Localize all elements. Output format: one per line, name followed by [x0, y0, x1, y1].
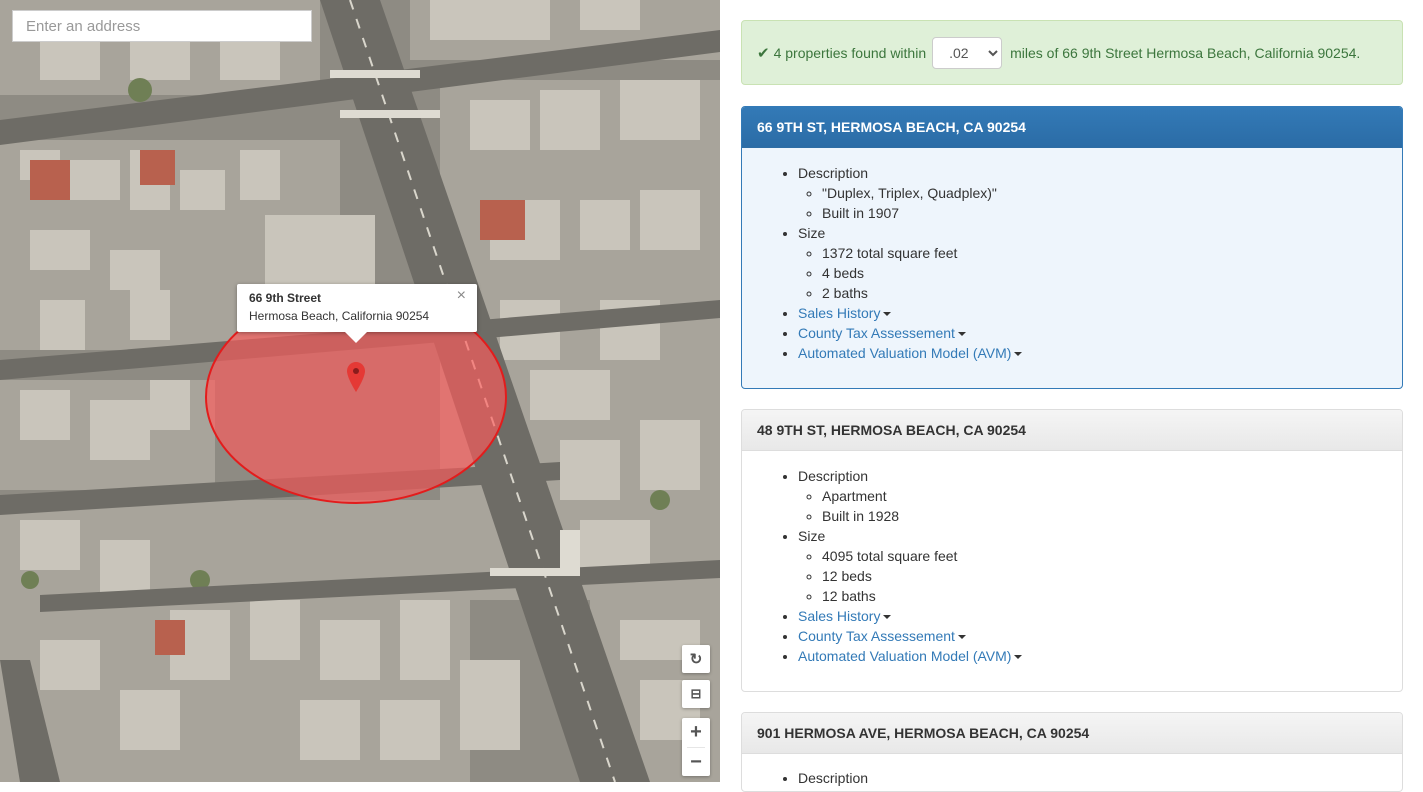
property-card[interactable]: 901 HERMOSA AVE, HERMOSA BEACH, CA 90254…	[741, 712, 1403, 792]
info-window-tail	[345, 332, 367, 343]
caret-down-icon	[1014, 352, 1023, 357]
results-location-text: miles of 66 9th Street Hermosa Beach, Ca…	[1010, 44, 1361, 61]
zoom-out-icon[interactable]: −	[682, 748, 710, 777]
property-card[interactable]: 66 9TH ST, HERMOSA BEACH, CA 90254 Descr…	[741, 106, 1403, 389]
close-icon[interactable]: ×	[457, 288, 466, 304]
avm-item: Automated Valuation Model (AVM)	[798, 646, 1387, 666]
property-title: 66 9TH ST, HERMOSA BEACH, CA 90254	[742, 107, 1402, 148]
map-info-window: 66 9th Street Hermosa Beach, California …	[237, 284, 477, 343]
zoom-controls: + −	[682, 718, 710, 776]
description-type: "Duplex, Triplex, Quadplex)"	[822, 183, 1387, 203]
description-item: Description	[798, 768, 1387, 788]
property-details: Description Apartment Built in 1928 Size…	[742, 451, 1402, 666]
tax-assessment-link[interactable]: County Tax Assessement	[798, 325, 966, 341]
size-item: Size 1372 total square feet 4 beds 2 bat…	[798, 223, 1387, 303]
tax-assessment-link[interactable]: County Tax Assessement	[798, 628, 966, 644]
caret-down-icon	[957, 332, 966, 337]
size-sqft: 1372 total square feet	[822, 243, 1387, 263]
property-details: Description	[742, 754, 1402, 788]
description-built: Built in 1907	[822, 203, 1387, 223]
avm-link[interactable]: Automated Valuation Model (AVM)	[798, 648, 1023, 664]
size-baths: 2 baths	[822, 283, 1387, 303]
zoom-in-icon[interactable]: +	[682, 718, 710, 747]
results-summary-alert: ✔ 4 properties found within .02 miles of…	[741, 20, 1403, 85]
tax-assessment-item: County Tax Assessement	[798, 626, 1387, 646]
size-baths: 12 baths	[822, 586, 1387, 606]
sales-history-item: Sales History	[798, 606, 1387, 626]
sales-history-link[interactable]: Sales History	[798, 305, 892, 321]
radius-select[interactable]: .02	[932, 36, 1003, 69]
info-window-street: 66 9th Street	[249, 291, 322, 305]
sales-history-item: Sales History	[798, 303, 1387, 323]
description-item: Description Apartment Built in 1928	[798, 466, 1387, 526]
results-count-text: 4 properties found within	[773, 44, 927, 61]
rotate-icon[interactable]: ↻	[682, 645, 710, 673]
caret-down-icon	[1014, 655, 1023, 660]
size-sqft: 4095 total square feet	[822, 546, 1387, 566]
description-item: Description "Duplex, Triplex, Quadplex)"…	[798, 163, 1387, 223]
avm-link[interactable]: Automated Valuation Model (AVM)	[798, 345, 1023, 361]
description-built: Built in 1928	[822, 506, 1387, 526]
size-beds: 4 beds	[822, 263, 1387, 283]
tax-assessment-item: County Tax Assessement	[798, 323, 1387, 343]
sales-history-link[interactable]: Sales History	[798, 608, 892, 624]
caret-down-icon	[883, 615, 892, 620]
property-card[interactable]: 48 9TH ST, HERMOSA BEACH, CA 90254 Descr…	[741, 409, 1403, 692]
size-beds: 12 beds	[822, 566, 1387, 586]
property-title: 48 9TH ST, HERMOSA BEACH, CA 90254	[742, 410, 1402, 451]
address-search-input[interactable]	[12, 10, 312, 42]
size-item: Size 4095 total square feet 12 beds 12 b…	[798, 526, 1387, 606]
caret-down-icon	[883, 312, 892, 317]
property-details: Description "Duplex, Triplex, Quadplex)"…	[742, 148, 1402, 363]
check-icon: ✔	[757, 44, 770, 62]
caret-down-icon	[957, 635, 966, 640]
results-panel: ✔ 4 properties found within .02 miles of…	[741, 0, 1403, 792]
map-marker-icon[interactable]	[347, 362, 365, 392]
map-view[interactable]: 66 9th Street Hermosa Beach, California …	[0, 0, 720, 782]
property-title: 901 HERMOSA AVE, HERMOSA BEACH, CA 90254	[742, 713, 1402, 754]
avm-item: Automated Valuation Model (AVM)	[798, 343, 1387, 363]
description-type: Apartment	[822, 486, 1387, 506]
info-window-city: Hermosa Beach, California 90254	[249, 309, 430, 323]
tilt-icon[interactable]: ⊟	[682, 680, 710, 708]
